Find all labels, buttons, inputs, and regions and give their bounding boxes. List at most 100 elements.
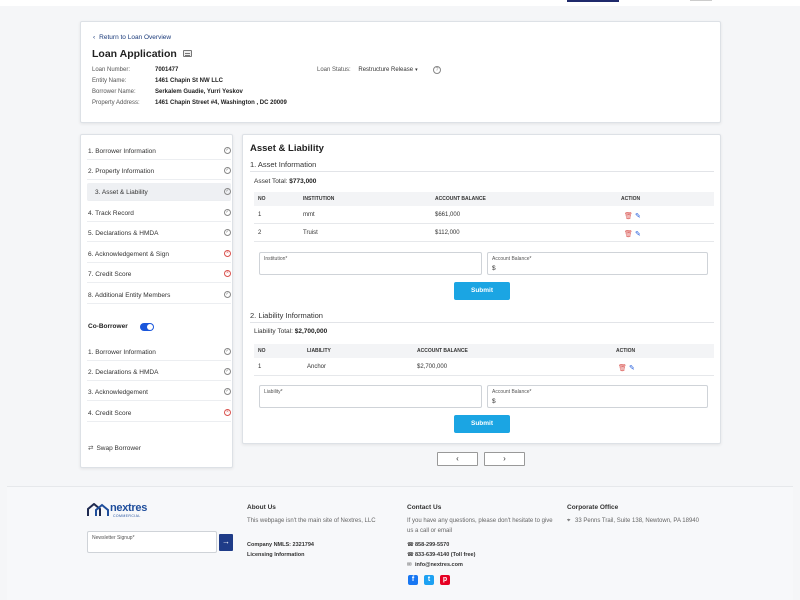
sidebar-item-label: 2. Property Information [88, 168, 155, 175]
account-balance-field-label: Account Balance* [492, 256, 532, 262]
email-address: info@nextres.com [415, 562, 463, 568]
sidebar-item-label: 7. Credit Score [88, 271, 132, 278]
divider [250, 322, 714, 323]
next-step-button[interactable]: › [484, 452, 525, 466]
phone-line[interactable]: ☎858-299-5570 [407, 542, 449, 548]
sidebar-item-declarations-hmda[interactable]: 5. Declarations & HMDA ✓ [87, 224, 231, 242]
asset-submit-button[interactable]: Submit [454, 282, 510, 300]
property-address-value: 1461 Chapin Street #4, Washington , DC 2… [155, 100, 287, 106]
property-address-label: Property Address: [92, 100, 140, 106]
sidebar-item-property-information[interactable]: 2. Property Information ✓ [87, 162, 231, 180]
liability-submit-button[interactable]: Submit [454, 415, 510, 433]
logo-subtitle: COMMERCIAL [113, 514, 141, 518]
sidebar-item-credit-score[interactable]: 7. Credit Score × [87, 265, 231, 283]
sidebar-item-co-borrower-information[interactable]: 1. Borrower Information ✓ [87, 343, 231, 361]
row-institution: mmt [303, 212, 315, 218]
facebook-icon[interactable]: f [408, 575, 418, 585]
asset-table-header: NO INSTITUTION ACCOUNT BALANCE ACTION [254, 192, 714, 206]
office-address: ⌖ 33 Penns Trail, Suite 138, Newtown, PA … [567, 518, 699, 525]
delete-icon[interactable]: 🗑 [624, 212, 633, 220]
entity-name-row: Entity Name: 1461 Chapin St NW LLC [92, 78, 223, 84]
sidebar-item-co-credit-score[interactable]: 4. Credit Score × [87, 404, 231, 422]
check-circle-icon: ✓ [224, 291, 231, 298]
phone-number: 858-299-5570 [415, 542, 450, 548]
table-row: 1 mmt $661,000 🗑 ✎ [254, 207, 714, 224]
column-header-liability: LIABILITY [307, 348, 331, 354]
chevron-down-icon: ▾ [415, 67, 418, 73]
sidebar-item-track-record[interactable]: 4. Track Record ✓ [87, 204, 231, 222]
email-line[interactable]: ✉ info@nextres.com [407, 562, 463, 568]
row-balance: $2,700,000 [417, 364, 448, 370]
institution-field[interactable]: Institution* [259, 252, 482, 275]
loan-status-select[interactable]: Restructure Release ▾ [358, 67, 417, 73]
divider [250, 171, 714, 172]
check-circle-icon: ✓ [224, 209, 231, 216]
edit-icon[interactable]: ✎ [635, 230, 641, 238]
delete-icon[interactable]: 🗑 [618, 364, 627, 372]
edit-icon[interactable]: ✎ [635, 212, 641, 220]
institution-field-label: Institution* [264, 256, 288, 262]
row-balance: $112,000 [435, 230, 460, 236]
sidebar-item-acknowledgement-sign[interactable]: 6. Acknowledgement & Sign × [87, 245, 231, 263]
company-nmls: Company NMLS: 2321794 [247, 542, 314, 548]
sidebar-item-label: 2. Declarations & HMDA [88, 369, 159, 376]
column-header-no: NO [258, 348, 266, 354]
newsletter-signup-input[interactable]: Newsletter Signup* [87, 531, 217, 553]
sidebar-item-additional-entity-members[interactable]: 8. Additional Entity Members ✓ [87, 286, 231, 304]
swap-borrower-button[interactable]: ⇄ Swap Borrower [88, 444, 141, 452]
contact-title: Contact Us [407, 504, 442, 511]
document-icon[interactable] [183, 50, 192, 57]
sidebar-item-co-declarations-hmda[interactable]: 2. Declarations & HMDA ✓ [87, 363, 231, 381]
sidebar-item-label: 4. Credit Score [88, 410, 132, 417]
sidebar-item-label: 8. Additional Entity Members [88, 292, 171, 299]
co-borrower-toggle[interactable] [140, 323, 154, 331]
liability-table-header: NO LIABILITY ACCOUNT BALANCE ACTION [254, 344, 714, 358]
back-link-label: Return to Loan Overview [99, 34, 172, 41]
loan-status-label: Loan Status: [317, 67, 351, 73]
column-header-action: ACTION [621, 196, 641, 202]
liability-account-balance-field[interactable]: Account Balance* $ [487, 385, 708, 408]
liability-total: Liability Total: $2,700,000 [254, 328, 327, 335]
table-row: 1 Anchor $2,700,000 🗑 ✎ [254, 359, 714, 376]
previous-step-button[interactable]: ‹ [437, 452, 478, 466]
loan-number-label: Loan Number: [92, 67, 131, 73]
loan-number-value: 7001477 [155, 67, 179, 73]
house-logo-icon [87, 503, 109, 516]
section-title: Asset & Liability [250, 143, 324, 154]
column-header-account-balance: ACCOUNT BALANCE [417, 348, 468, 354]
asset-total: Asset Total: $773,000 [254, 178, 316, 185]
check-circle-icon: ✓ [224, 229, 231, 236]
mail-icon: ✉ [407, 562, 412, 568]
location-pin-icon: ⌖ [567, 518, 571, 524]
loan-number-row: Loan Number: 7001477 [92, 67, 178, 73]
pinterest-icon[interactable]: p [440, 575, 450, 585]
asset-total-label: Asset Total: [254, 178, 288, 185]
row-number: 1 [258, 212, 262, 218]
liability-field[interactable]: Liability* [259, 385, 482, 408]
toll-free-line[interactable]: ☎833-639-4140 (Toll free) [407, 552, 475, 558]
column-header-no: NO [258, 196, 266, 202]
check-circle-icon: ✓ [224, 188, 231, 195]
top-nav-strip [0, 0, 800, 6]
sidebar-item-co-acknowledgement[interactable]: 3. Acknowledgement ✓ [87, 383, 231, 401]
delete-icon[interactable]: 🗑 [624, 230, 633, 238]
column-header-account-balance: ACCOUNT BALANCE [435, 196, 486, 202]
sidebar-item-asset-liability[interactable]: 3. Asset & Liability ✓ [87, 183, 231, 201]
about-title: About Us [247, 504, 276, 511]
phone-icon: ☎ [407, 552, 414, 558]
sidebar-item-borrower-information[interactable]: 1. Borrower Information ✓ [87, 142, 231, 160]
top-nav-button[interactable] [567, 0, 619, 2]
chevron-left-icon: ‹ [93, 34, 96, 41]
edit-icon[interactable]: ✎ [629, 364, 635, 372]
licensing-information-link[interactable]: Licensing Information [247, 552, 304, 558]
sidebar-item-label: 6. Acknowledgement & Sign [88, 251, 169, 258]
asset-account-balance-field[interactable]: Account Balance* $ [487, 252, 708, 275]
error-circle-icon: × [224, 270, 231, 277]
check-circle-icon: ✓ [224, 348, 231, 355]
asset-liability-card: Asset & Liability 1. Asset Information A… [242, 134, 721, 444]
asset-total-value: $773,000 [289, 178, 317, 185]
help-icon[interactable]: ? [433, 66, 441, 74]
twitter-icon[interactable]: t [424, 575, 434, 585]
return-to-loan-overview-link[interactable]: ‹ Return to Loan Overview [93, 34, 171, 41]
newsletter-submit-button[interactable]: → [219, 534, 233, 551]
